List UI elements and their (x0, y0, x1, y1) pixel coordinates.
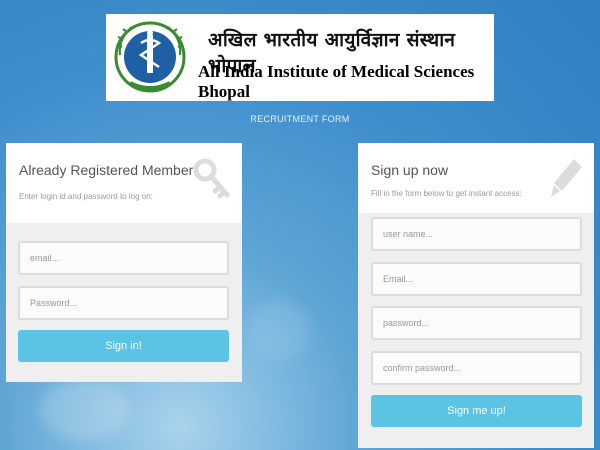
background-bokeh (40, 380, 130, 440)
institute-header: अखिल भारतीय आयुर्विज्ञान संस्थान भोपाल A… (106, 14, 494, 101)
signup-panel-header: Sign up now Fill in the form below to ge… (358, 143, 594, 213)
signup-title: Sign up now (371, 162, 449, 178)
login-email-input[interactable]: email... (18, 241, 229, 275)
background-bokeh (250, 300, 310, 360)
signup-panel: Sign up now Fill in the form below to ge… (358, 143, 594, 448)
signup-subtitle: Fill in the form below to get instant ac… (371, 189, 522, 198)
sign-in-button[interactable]: Sign in! (18, 330, 229, 362)
signup-confirm-password-input[interactable]: confirm password... (371, 351, 582, 385)
page-label: RECRUITMENT FORM (250, 114, 350, 124)
login-title: Already Registered Member (19, 162, 194, 178)
key-icon (193, 158, 230, 199)
login-panel-header: Already Registered Member Enter login id… (6, 143, 242, 223)
signup-username-input[interactable]: user name... (371, 217, 582, 251)
login-password-input[interactable]: Password... (18, 286, 229, 320)
signup-password-input[interactable]: password... (371, 306, 582, 340)
institute-name-english: All India Institute of Medical Sciences … (198, 62, 475, 101)
signup-email-input[interactable]: Email... (371, 262, 582, 296)
aiims-logo-icon (114, 21, 186, 93)
sign-up-button[interactable]: Sign me up! (371, 395, 582, 427)
pencil-icon (551, 159, 582, 197)
login-panel: Already Registered Member Enter login id… (6, 143, 242, 382)
login-subtitle: Enter login id and password to log on: (19, 192, 153, 201)
